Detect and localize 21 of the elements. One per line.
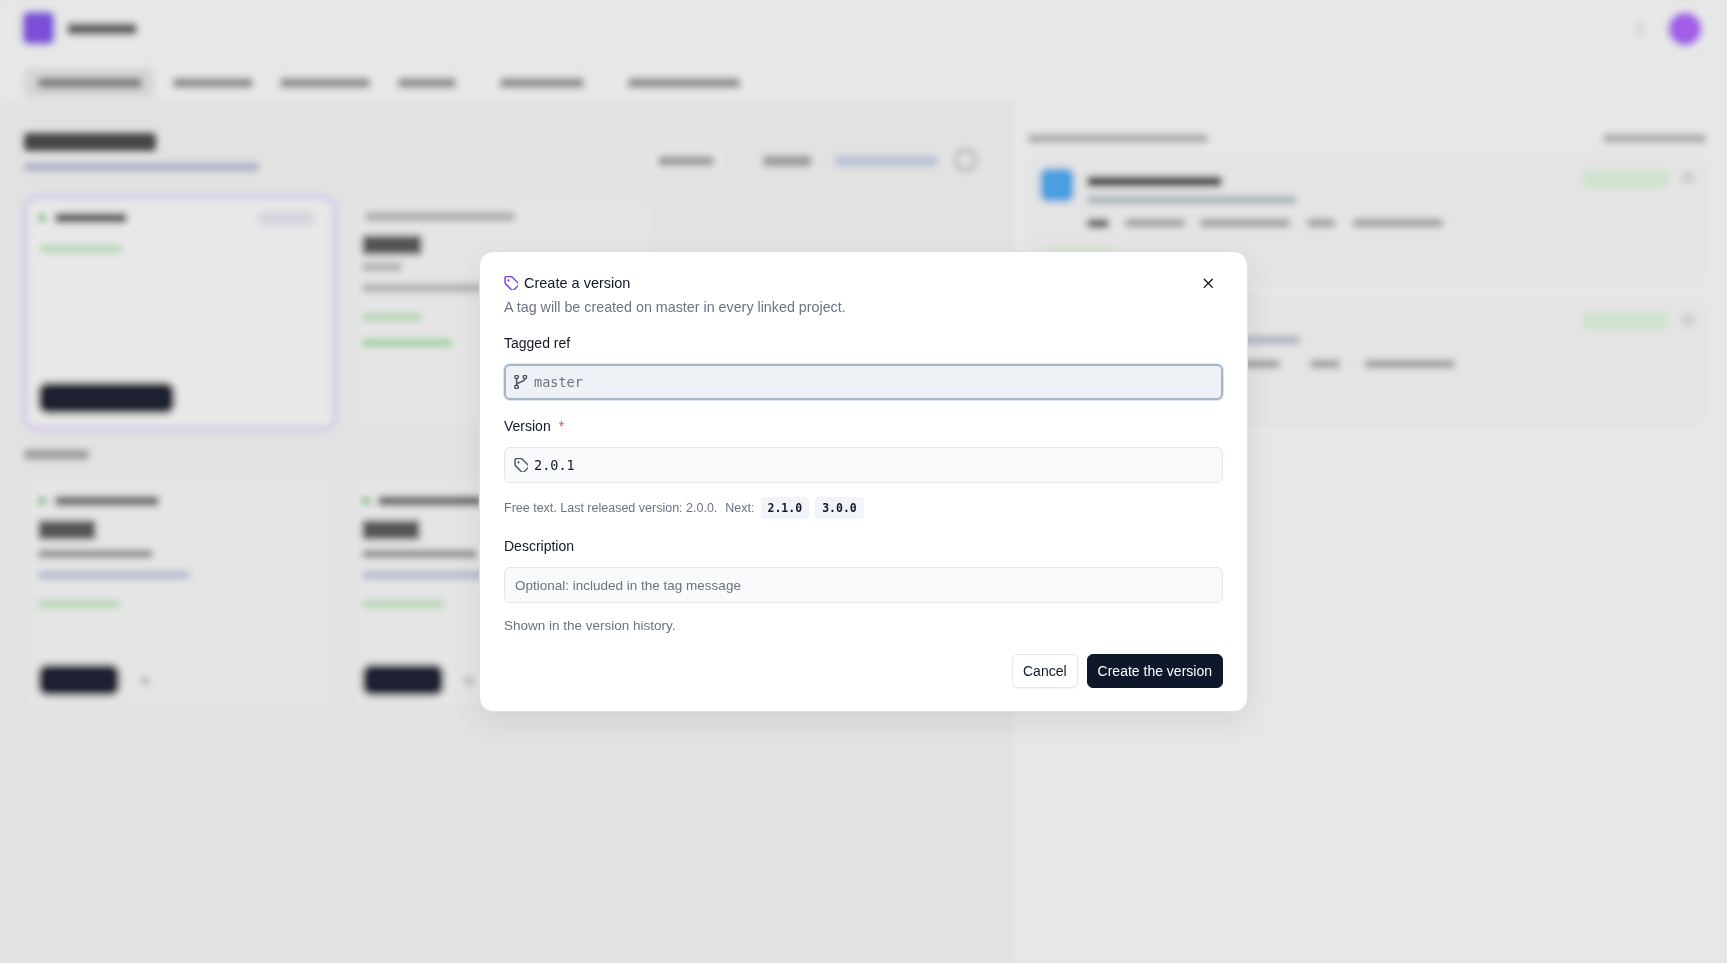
field-label: Tagged ref — [504, 334, 571, 353]
version-suggestion-chip[interactable]: 2.1.0 — [760, 497, 810, 519]
ref-input-field[interactable]: master — [504, 364, 1223, 400]
git-branch-icon — [514, 375, 528, 389]
description-input-field[interactable]: Optional: included in the tag message — [504, 567, 1223, 603]
field-label: Description — [504, 537, 575, 556]
hint-text: Free text. Last released version: 2.0.0. — [504, 500, 718, 517]
help-text: Shown in the version history. — [504, 617, 677, 635]
version-input-field[interactable]: 2.0.1 — [504, 447, 1223, 483]
field-label: Version — [504, 417, 551, 436]
tag-icon — [514, 458, 528, 472]
next-label: Next: — [725, 500, 755, 517]
cancel-button[interactable]: Cancel — [1012, 654, 1078, 688]
create-button[interactable]: Create the version — [1086, 654, 1223, 688]
dialog-title: Create a version — [524, 274, 631, 293]
close-icon — [1202, 277, 1214, 289]
required-mark: * — [558, 417, 565, 436]
close-button[interactable] — [1201, 276, 1215, 290]
dialog-subtitle: A tag will be created on master in every linked project. — [504, 298, 847, 317]
tag-icon — [504, 276, 518, 290]
version-suggestion-chip[interactable]: 3.0.0 — [815, 497, 864, 519]
